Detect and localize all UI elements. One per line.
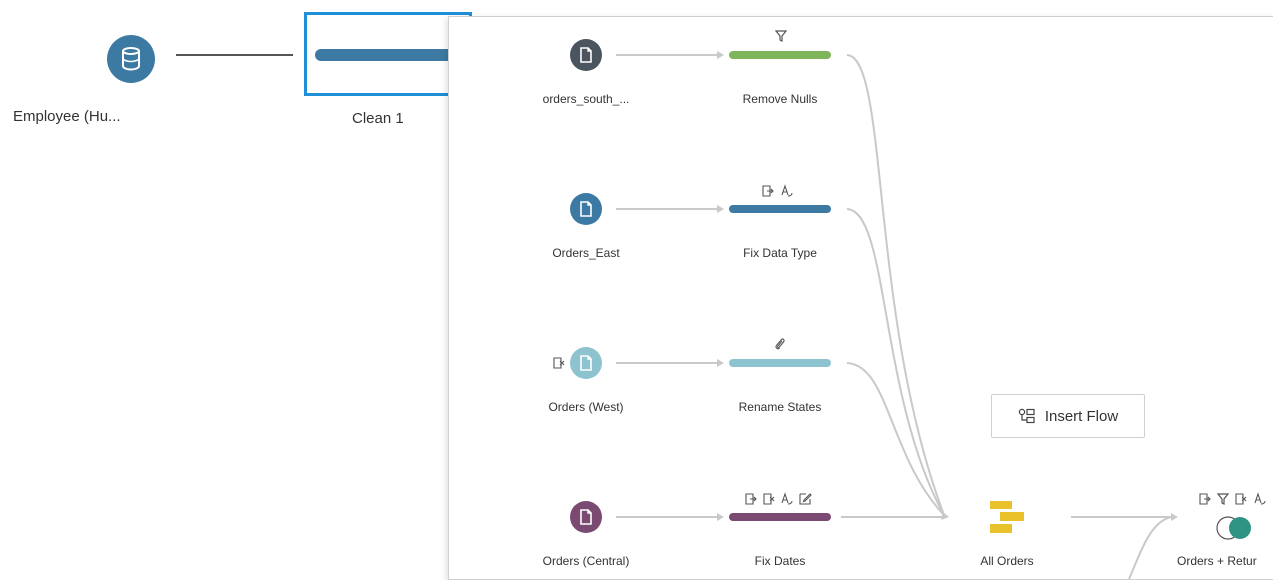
- remove-field-icon: [1235, 493, 1247, 505]
- insert-flow-button[interactable]: Insert Flow: [991, 394, 1145, 438]
- input-label-orders-central: Orders (Central): [542, 554, 630, 568]
- filter-icon: [775, 30, 787, 42]
- join-node-orders-returns[interactable]: [1215, 515, 1255, 541]
- step-bar-rename-states[interactable]: [729, 359, 831, 367]
- join-icon: [1216, 516, 1251, 540]
- input-node-orders-east[interactable]: [570, 193, 602, 225]
- edit-icon: [799, 493, 812, 505]
- step-bar-fix-data-type[interactable]: [729, 205, 831, 213]
- file-icon: [580, 201, 592, 217]
- file-icon: [580, 509, 592, 525]
- clean-step-node[interactable]: [304, 12, 475, 96]
- input-node-orders-west[interactable]: [570, 347, 602, 379]
- clean-step-label: Clean 1: [352, 110, 404, 127]
- input-label-orders-south: orders_south_...: [542, 92, 630, 106]
- step-label-fix-dates: Fix Dates: [754, 554, 806, 568]
- paperclip-icon: [775, 338, 785, 350]
- calc-field-icon: [745, 493, 757, 505]
- calc-field-icon: [762, 185, 774, 197]
- filter-icon: [1217, 493, 1229, 505]
- insert-flow-label: Insert Flow: [1044, 407, 1119, 425]
- remove-field-icon: [553, 357, 565, 369]
- file-icon: [580, 47, 592, 63]
- input-label-orders-east: Orders_East: [552, 246, 620, 260]
- employee-input-label: Employee (Hu...: [13, 108, 121, 125]
- step-bar-fix-dates[interactable]: [729, 513, 831, 521]
- insert-flow-icon: [1018, 408, 1035, 424]
- remove-field-icon: [763, 493, 775, 505]
- step-label-remove-nulls: Remove Nulls: [742, 92, 818, 106]
- input-node-orders-central[interactable]: [570, 501, 602, 533]
- step-label-rename-states: Rename States: [738, 400, 822, 414]
- flow-preview-panel: orders_south_... Remove Nulls Orders_Eas…: [448, 16, 1273, 580]
- employee-input-node[interactable]: [107, 35, 155, 83]
- union-icon: [990, 501, 1024, 533]
- join-label-orders-returns: Orders + Retur: [1177, 554, 1257, 568]
- step-label-fix-data-type: Fix Data Type: [743, 246, 817, 260]
- union-label-all-orders: All Orders: [980, 554, 1034, 568]
- calc-field-icon: [1199, 493, 1211, 505]
- input-node-orders-south[interactable]: [570, 39, 602, 71]
- union-node-all-orders[interactable]: [989, 500, 1025, 534]
- rename-icon: [1254, 492, 1266, 505]
- input-label-orders-west: Orders (West): [548, 400, 624, 414]
- step-bar-remove-nulls[interactable]: [729, 51, 831, 59]
- rename-icon: [781, 492, 793, 505]
- connector-line: [176, 54, 293, 56]
- database-icon: [122, 47, 140, 71]
- rename-icon: [781, 184, 793, 197]
- file-icon: [580, 355, 592, 371]
